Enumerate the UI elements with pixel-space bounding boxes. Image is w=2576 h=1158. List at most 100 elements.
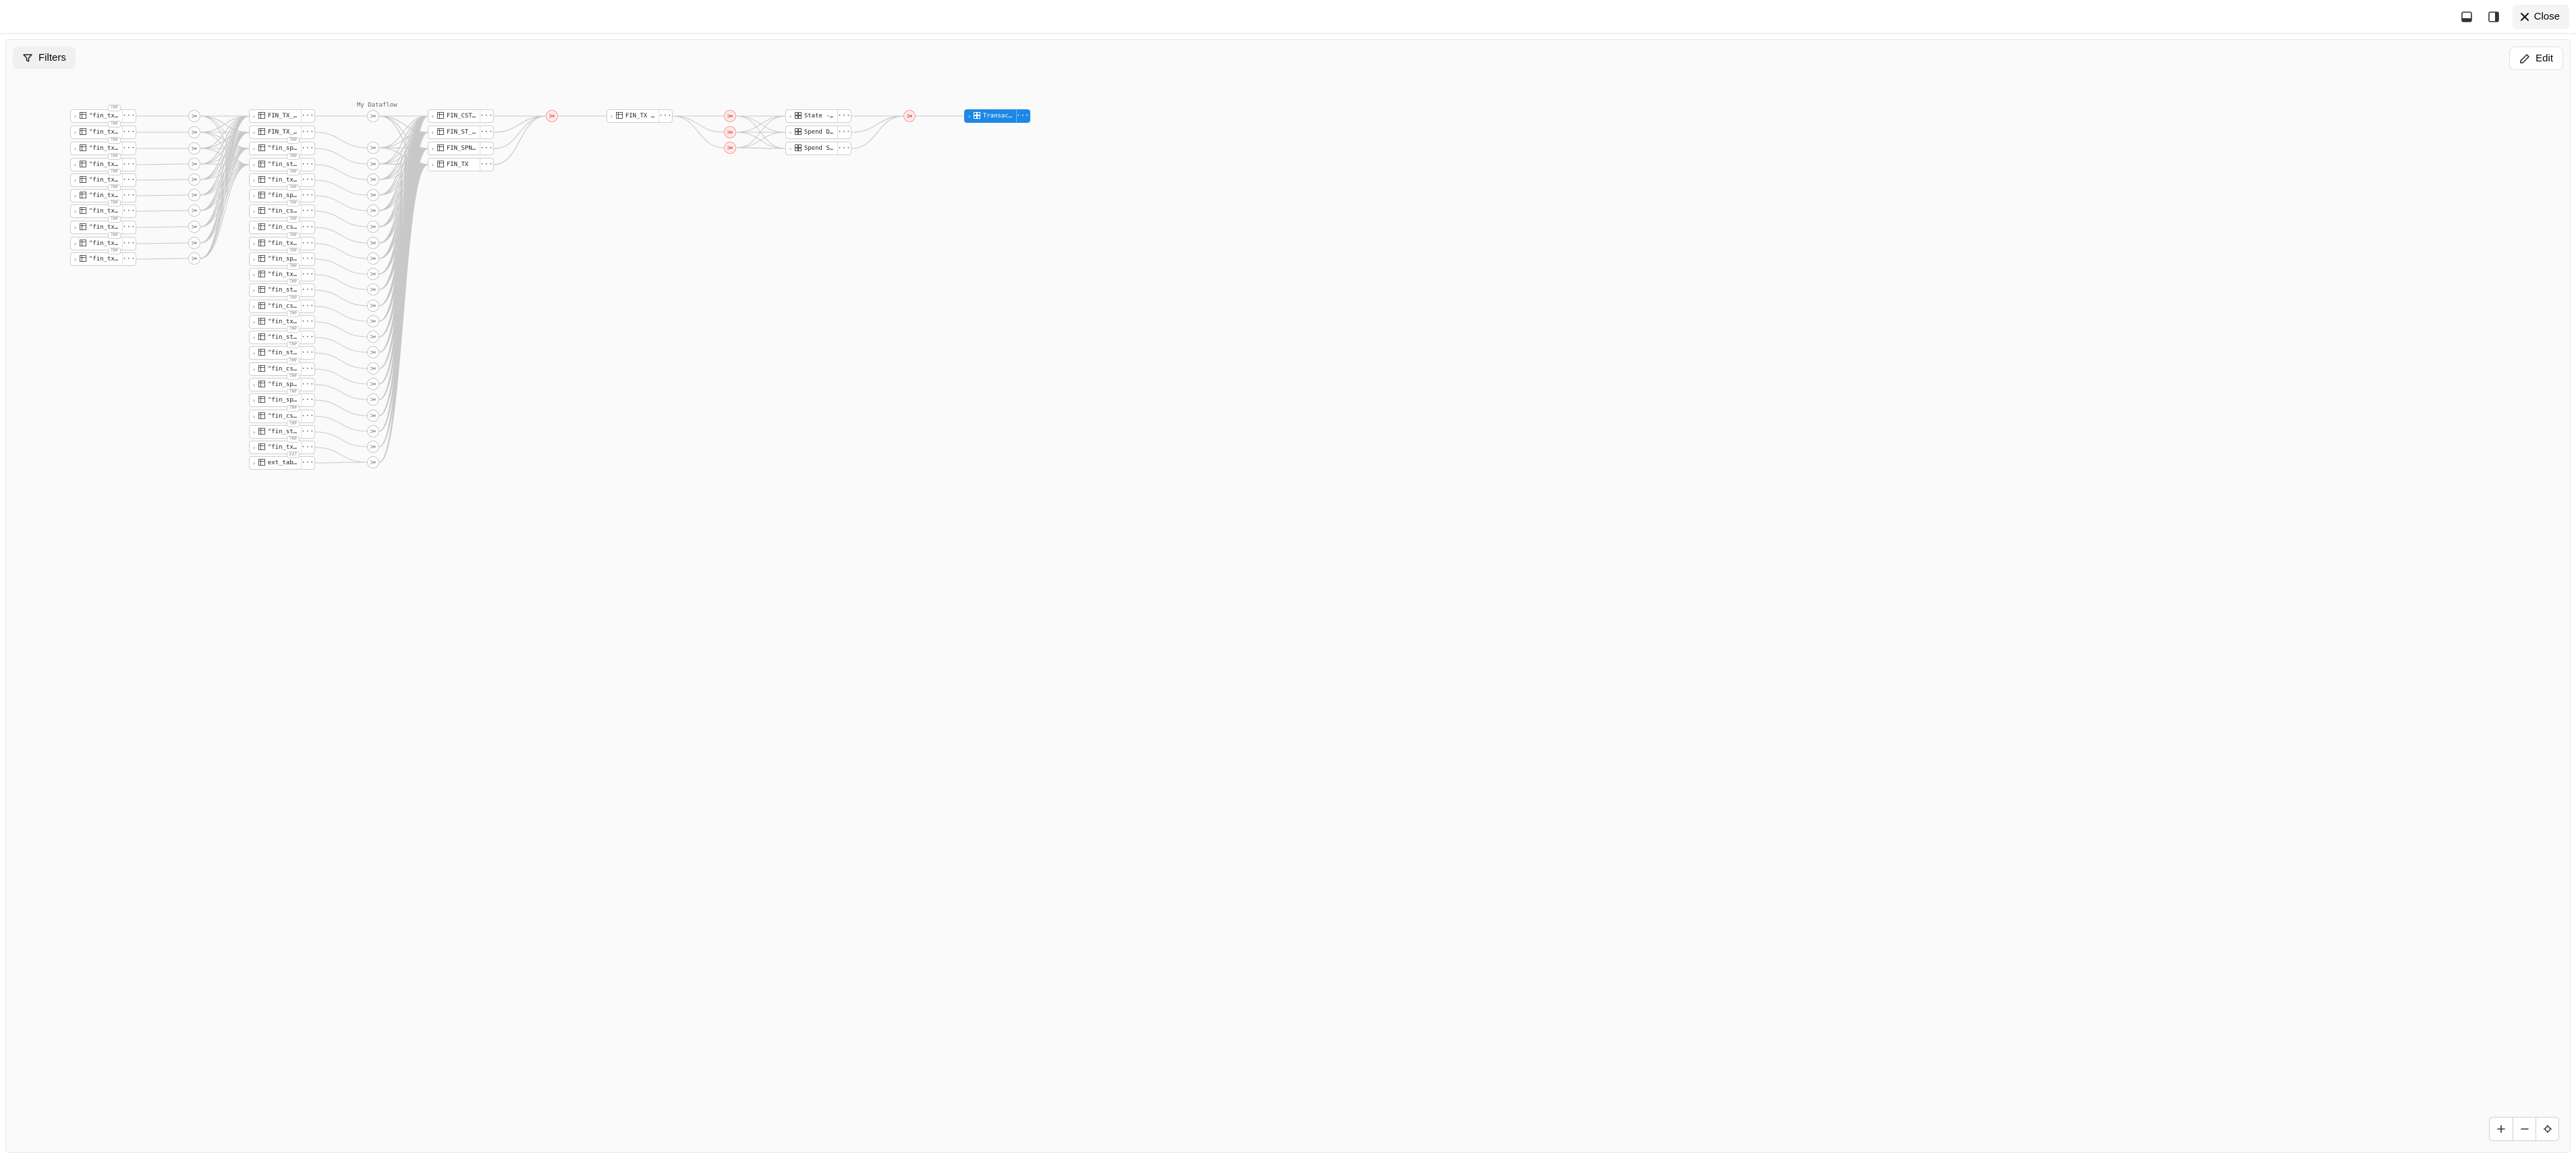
dataflow-node[interactable]: ›ext_table···EXT: [249, 456, 315, 470]
node-more-button[interactable]: ···: [122, 190, 136, 202]
dataflow-node[interactable]: ›"fin_st_lkp_2...···TMP: [249, 283, 315, 297]
node-more-button[interactable]: ···: [122, 174, 136, 186]
merge-node[interactable]: [367, 204, 379, 217]
node-more-button[interactable]: ···: [301, 426, 314, 438]
node-more-button[interactable]: ···: [480, 126, 493, 138]
node-more-button[interactable]: ···: [301, 205, 314, 217]
merge-node[interactable]: [546, 110, 558, 122]
dataflow-node[interactable]: ›"fin_st_lkp_2...···TMP: [249, 346, 315, 360]
node-more-button[interactable]: ···: [301, 284, 314, 296]
zoom-fit-button[interactable]: [2536, 1118, 2558, 1140]
merge-node[interactable]: [367, 346, 379, 358]
node-more-button[interactable]: ···: [480, 159, 493, 171]
dataflow-node[interactable]: ›"fin_tx_rw_yr...···TMP: [70, 109, 136, 123]
merge-node[interactable]: [188, 142, 200, 155]
node-more-button[interactable]: ···: [301, 331, 314, 343]
dataflow-node[interactable]: ›"fin_st_lkp_2...···TMP: [249, 331, 315, 344]
dataflow-node[interactable]: ›FIN_TX_RW_CURR···: [249, 126, 315, 139]
node-more-button[interactable]: ···: [122, 110, 136, 122]
merge-node[interactable]: [188, 110, 200, 122]
node-more-button[interactable]: ···: [301, 269, 314, 281]
node-more-button[interactable]: ···: [837, 110, 851, 122]
node-more-button[interactable]: ···: [122, 253, 136, 265]
node-more-button[interactable]: ···: [301, 347, 314, 359]
node-more-button[interactable]: ···: [1016, 110, 1030, 122]
merge-node[interactable]: [367, 331, 379, 343]
dataflow-node[interactable]: ›"fin_spnd_sgm...···TMP: [249, 378, 315, 391]
node-more-button[interactable]: ···: [301, 238, 314, 250]
merge-node[interactable]: [188, 204, 200, 217]
merge-node[interactable]: [367, 142, 379, 154]
dataflow-node[interactable]: ›"fin_cstmr_20...···TMP: [249, 410, 315, 423]
merge-node[interactable]: [367, 410, 379, 422]
merge-node[interactable]: [724, 142, 736, 154]
filters-button[interactable]: Filters: [13, 47, 76, 69]
node-more-button[interactable]: ···: [301, 394, 314, 406]
node-more-button[interactable]: ···: [301, 174, 314, 186]
merge-node[interactable]: [367, 456, 379, 468]
node-more-button[interactable]: ···: [122, 238, 136, 250]
dataflow-node[interactable]: ›FIN_SPND_SGMNT···: [428, 142, 494, 155]
dataflow-node[interactable]: ›Spend Segment...···: [785, 142, 851, 155]
dataflow-node[interactable]: ›FIN_TX_RW_YR1···: [249, 109, 315, 123]
node-more-button[interactable]: ···: [122, 221, 136, 233]
node-more-button[interactable]: ···: [122, 205, 136, 217]
dataflow-node[interactable]: ›"fin_tx_rw_yr...···TMP: [70, 252, 136, 266]
dataflow-node[interactable]: ›"fin_tx_rw_yr...···TMP: [70, 126, 136, 139]
merge-node[interactable]: [188, 126, 200, 138]
node-more-button[interactable]: ···: [301, 457, 314, 469]
dataflow-node[interactable]: ›Spend Detail···: [785, 126, 851, 139]
merge-node[interactable]: [367, 378, 379, 390]
dataflow-node[interactable]: ›FIN_TX···: [428, 158, 494, 171]
node-more-button[interactable]: ···: [301, 159, 314, 171]
node-more-button[interactable]: ···: [301, 221, 314, 233]
node-more-button[interactable]: ···: [301, 441, 314, 453]
dataflow-node[interactable]: ›"fin_tx_rw_cu...···TMP: [70, 189, 136, 202]
node-more-button[interactable]: ···: [301, 316, 314, 328]
dataflow-node[interactable]: ›"fin_spnd_sgm...···TMP: [249, 252, 315, 266]
node-more-button[interactable]: ···: [301, 300, 314, 312]
node-more-button[interactable]: ···: [301, 126, 314, 138]
node-more-button[interactable]: ···: [301, 363, 314, 375]
dataflow-node[interactable]: ›"fin_st_lkp_2...···TMP: [249, 425, 315, 439]
side-panel-toggle[interactable]: [2482, 5, 2506, 29]
merge-node[interactable]: [367, 393, 379, 406]
merge-node[interactable]: [903, 110, 916, 122]
dataflow-node[interactable]: ›"fin_tx_rw_cu...···TMP: [70, 142, 136, 155]
dataflow-node[interactable]: ›"fin_tx_20220...···TMP: [249, 268, 315, 281]
node-more-button[interactable]: ···: [837, 142, 851, 155]
merge-node[interactable]: [367, 110, 379, 122]
node-more-button[interactable]: ···: [480, 142, 493, 155]
bottom-panel-toggle[interactable]: [2455, 5, 2479, 29]
node-more-button[interactable]: ···: [480, 110, 493, 122]
merge-node[interactable]: [367, 362, 379, 375]
dataflow-node[interactable]: ›"fin_tx_rw_yr...···TMP: [70, 221, 136, 234]
merge-node[interactable]: [188, 237, 200, 249]
merge-node[interactable]: [188, 158, 200, 170]
dataflow-node[interactable]: ›State - Trans...···: [785, 109, 851, 123]
merge-node[interactable]: [367, 441, 379, 453]
dataflow-node[interactable]: ›"fin_spnd_sgm...···TMP: [249, 142, 315, 155]
merge-node[interactable]: [367, 189, 379, 201]
zoom-in-button[interactable]: [2490, 1118, 2513, 1140]
node-more-button[interactable]: ···: [301, 142, 314, 155]
merge-node[interactable]: [367, 425, 379, 437]
dataflow-node[interactable]: ›"fin_tx_20220...···TMP: [249, 237, 315, 250]
merge-node[interactable]: [188, 252, 200, 265]
merge-node[interactable]: [367, 268, 379, 280]
dataflow-node[interactable]: ›"fin_tx_rw_cu...···TMP: [70, 204, 136, 218]
node-more-button[interactable]: ···: [122, 126, 136, 138]
dataflow-node[interactable]: ›"fin_spnd_sgm...···TMP: [249, 393, 315, 407]
node-more-button[interactable]: ···: [301, 410, 314, 422]
merge-node[interactable]: [188, 189, 200, 201]
node-more-button[interactable]: ···: [301, 190, 314, 202]
dataflow-node[interactable]: ›"fin_cstmr_20...···TMP: [249, 204, 315, 218]
dataflow-node[interactable]: ›FIN_ST_LKP···: [428, 126, 494, 139]
dataflow-node[interactable]: ›"fin_spnd_sgm...···TMP: [249, 189, 315, 202]
merge-node[interactable]: [188, 221, 200, 233]
dataflow-node[interactable]: ›"fin_tx_rw_cu...···TMP: [70, 158, 136, 171]
diagram-surface[interactable]: My Dataflow ›"fin_tx_rw_yr...···TMP›"fin…: [6, 40, 2570, 1152]
node-more-button[interactable]: ···: [301, 379, 314, 391]
dataflow-node[interactable]: ›FIN_TX (FINAN...···: [607, 109, 673, 123]
dataflow-node[interactable]: ›"fin_tx_20220...···TMP: [249, 315, 315, 329]
